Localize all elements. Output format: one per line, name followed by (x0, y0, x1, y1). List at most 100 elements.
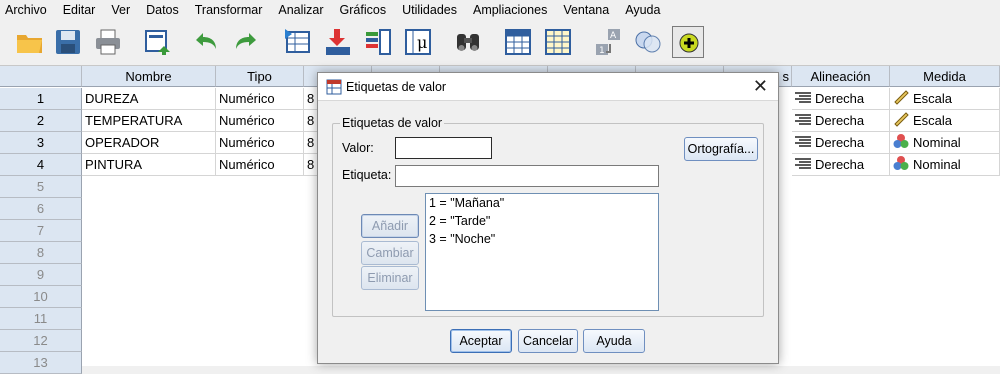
menu-bar: Archivo Editar Ver Datos Transformar Ana… (0, 0, 1000, 20)
toolbar: μ A1 (0, 20, 1000, 66)
cell-medida[interactable]: Escala (890, 110, 1000, 132)
row-number[interactable]: 10 (0, 286, 82, 308)
cambiar-button[interactable]: Cambiar (361, 241, 419, 265)
measure-text: Escala (913, 113, 953, 128)
measure-text: Escala (913, 91, 953, 106)
column-header-alineacion[interactable]: Alineación (792, 66, 890, 87)
list-item[interactable]: 2 = "Tarde" (426, 212, 658, 230)
nominal-icon (893, 155, 909, 175)
menu-transformar[interactable]: Transformar (187, 3, 271, 17)
cell-nombre[interactable]: DUREZA (82, 88, 216, 110)
svg-text:A: A (610, 31, 617, 41)
menu-archivo[interactable]: Archivo (0, 3, 55, 17)
column-header-nombre[interactable]: Nombre (82, 66, 216, 87)
anadir-button[interactable]: Añadir (361, 214, 419, 238)
close-icon[interactable]: ✕ (753, 76, 768, 96)
aceptar-button[interactable]: Aceptar (450, 329, 512, 353)
row-number[interactable]: 12 (0, 330, 82, 352)
row-number[interactable]: 3 (0, 132, 82, 154)
select-cases-icon[interactable] (542, 26, 574, 58)
ruler-icon (893, 89, 909, 109)
cancelar-button[interactable]: Cancelar (518, 329, 578, 353)
recall-dialog-icon[interactable] (142, 26, 174, 58)
spelling-icon[interactable] (672, 26, 704, 58)
menu-analizar[interactable]: Analizar (270, 3, 331, 17)
row-number[interactable]: 1 (0, 88, 82, 110)
svg-text:1: 1 (599, 46, 605, 56)
row-number[interactable]: 2 (0, 110, 82, 132)
alignment-text: Derecha (815, 157, 865, 172)
list-item[interactable]: 3 = "Noche" (426, 230, 658, 248)
row-number[interactable]: 8 (0, 242, 82, 264)
cell-medida[interactable]: Nominal (890, 132, 1000, 154)
open-folder-icon[interactable] (14, 26, 46, 58)
menu-ayuda[interactable]: Ayuda (617, 3, 668, 17)
row-number[interactable]: 11 (0, 308, 82, 330)
row-number[interactable]: 5 (0, 176, 82, 198)
svg-text:μ: μ (417, 33, 427, 52)
cell-nombre[interactable]: PINTURA (82, 154, 216, 176)
cell-tipo[interactable]: Numérico (216, 88, 304, 110)
cell-medida[interactable]: Nominal (890, 154, 1000, 176)
cell-alineacion[interactable]: Derecha (792, 88, 890, 110)
cell-tipo[interactable]: Numérico (216, 110, 304, 132)
ortografia-button[interactable]: Ortografía... (684, 137, 758, 161)
value-labels-list[interactable]: 1 = "Mañana" 2 = "Tarde" 3 = "Noche" (425, 193, 659, 311)
alignment-text: Derecha (815, 135, 865, 150)
cell-alineacion[interactable]: Derecha (792, 110, 890, 132)
menu-ampliaciones[interactable]: Ampliaciones (465, 3, 555, 17)
etiqueta-label: Etiqueta: (342, 168, 392, 182)
cell-tipo[interactable]: Numérico (216, 154, 304, 176)
menu-utilidades[interactable]: Utilidades (394, 3, 465, 17)
measure-text: Nominal (913, 157, 961, 172)
valor-input[interactable] (395, 137, 492, 159)
dialog-title: Etiquetas de valor (346, 80, 447, 94)
dialog-titlebar[interactable]: Etiquetas de valor ✕ (318, 73, 778, 101)
cell-nombre[interactable]: TEMPERATURA (82, 110, 216, 132)
group-label: Etiquetas de valor (340, 116, 445, 130)
print-icon[interactable] (92, 26, 124, 58)
measure-text: Nominal (913, 135, 961, 150)
list-item[interactable]: 1 = "Mañana" (426, 194, 658, 212)
column-header-tipo[interactable]: Tipo (216, 66, 304, 87)
align-right-icon (795, 133, 811, 153)
use-sets-icon[interactable] (632, 26, 664, 58)
row-number[interactable]: 9 (0, 264, 82, 286)
split-file-icon[interactable] (502, 26, 534, 58)
save-icon[interactable] (52, 26, 84, 58)
undo-icon[interactable] (190, 26, 222, 58)
menu-ventana[interactable]: Ventana (555, 3, 617, 17)
cell-medida[interactable]: Escala (890, 88, 1000, 110)
value-labels-icon[interactable]: A1 (592, 26, 624, 58)
align-right-icon (795, 111, 811, 131)
align-right-icon (795, 89, 811, 109)
column-header-medida[interactable]: Medida (890, 66, 1000, 87)
goto-variable-icon[interactable] (322, 26, 354, 58)
menu-editar[interactable]: Editar (55, 3, 104, 17)
cell-tipo[interactable]: Numérico (216, 132, 304, 154)
row-number[interactable]: 6 (0, 198, 82, 220)
etiqueta-input[interactable] (395, 165, 659, 187)
menu-graficos[interactable]: Gráficos (332, 3, 395, 17)
run-descriptive-icon[interactable]: μ (402, 26, 434, 58)
value-labels-dialog: Etiquetas de valor ✕ Etiquetas de valor … (317, 72, 779, 364)
redo-icon[interactable] (230, 26, 262, 58)
corner-cell (0, 66, 82, 87)
ayuda-button[interactable]: Ayuda (583, 329, 645, 353)
eliminar-button[interactable]: Eliminar (361, 266, 419, 290)
row-number[interactable]: 7 (0, 220, 82, 242)
find-icon[interactable] (452, 26, 484, 58)
menu-ver[interactable]: Ver (103, 3, 138, 17)
spss-app-icon (326, 79, 342, 95)
menu-datos[interactable]: Datos (138, 3, 187, 17)
variables-icon[interactable] (362, 26, 394, 58)
cell-nombre[interactable]: OPERADOR (82, 132, 216, 154)
align-right-icon (795, 155, 811, 175)
goto-case-icon[interactable] (282, 26, 314, 58)
row-number[interactable]: 4 (0, 154, 82, 176)
row-number[interactable]: 13 (0, 352, 82, 374)
alignment-text: Derecha (815, 91, 865, 106)
nominal-icon (893, 133, 909, 153)
cell-alineacion[interactable]: Derecha (792, 132, 890, 154)
cell-alineacion[interactable]: Derecha (792, 154, 890, 176)
